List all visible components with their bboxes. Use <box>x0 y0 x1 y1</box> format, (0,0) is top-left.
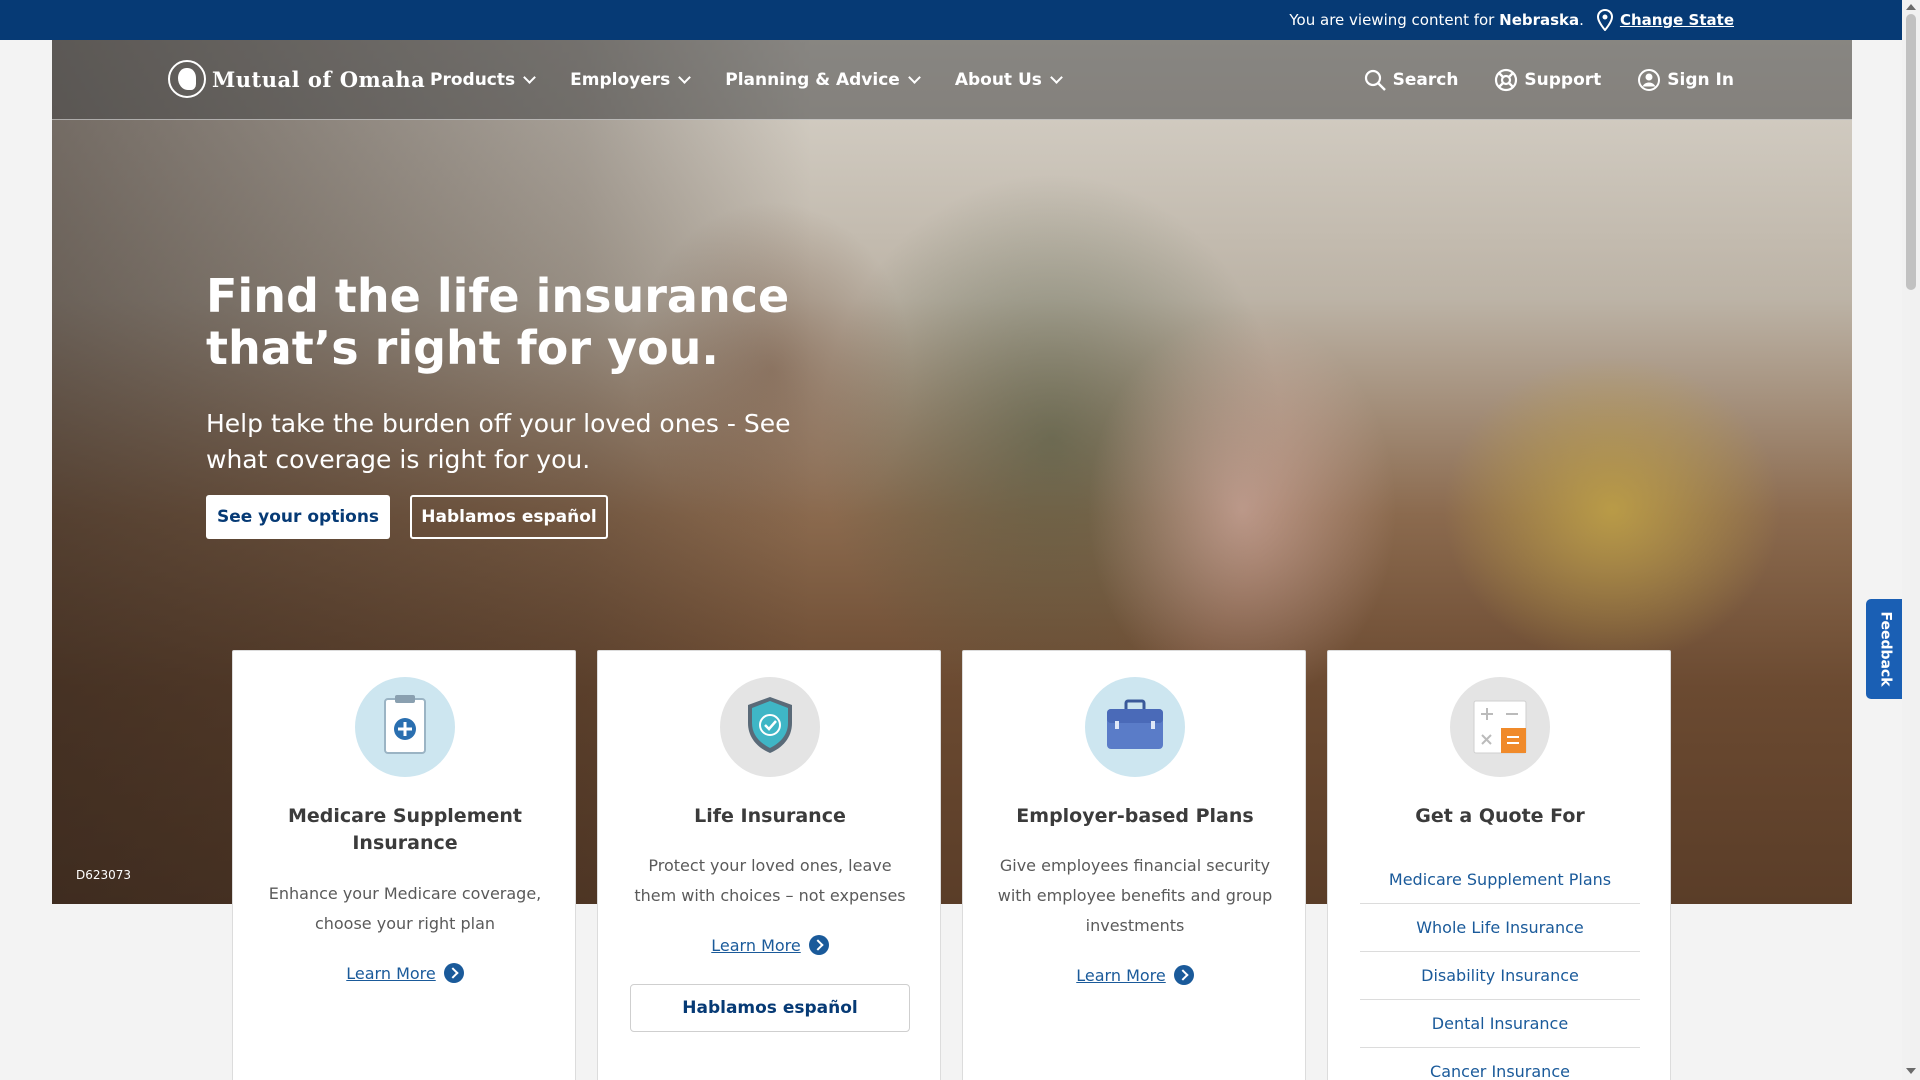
scroll-up-arrow-icon[interactable] <box>1906 4 1916 10</box>
card-title: Life Insurance <box>694 805 846 827</box>
card-title: Employer-based Plans <box>1016 805 1254 827</box>
learn-more-label: Learn More <box>1076 965 1166 985</box>
support-label: Support <box>1524 70 1602 90</box>
quote-link-cancer[interactable]: Cancer Insurance <box>1360 1048 1640 1080</box>
card-description: Enhance your Medicare coverage, choose y… <box>268 884 542 933</box>
lion-logo-icon <box>168 60 206 98</box>
quote-link-medicare-supplement[interactable]: Medicare Supplement Plans <box>1360 856 1640 904</box>
hero-title: Find the life insurance that’s right for… <box>206 269 790 375</box>
life-insurance-card: Life Insurance Protect your loved ones, … <box>597 650 941 1080</box>
menu-label: Employers <box>570 70 671 90</box>
chevron-down-icon <box>907 71 921 84</box>
mutual-of-omaha-logo[interactable]: Mutual of Omaha <box>168 60 425 98</box>
see-options-button[interactable]: See your options <box>206 495 390 539</box>
employer-learn-more-link[interactable]: Learn More <box>963 965 1307 985</box>
chevron-down-icon <box>678 71 692 84</box>
viewing-prefix: You are viewing content for <box>1289 11 1495 29</box>
card-description: Give employees financial security with e… <box>997 856 1273 935</box>
menu-products[interactable]: Products <box>430 70 536 90</box>
user-icon <box>1638 69 1661 91</box>
menu-label: Products <box>430 70 516 90</box>
card-title: Get a Quote For <box>1415 805 1585 827</box>
state-bar: You are viewing content for Nebraska. Ch… <box>0 0 1920 40</box>
medicare-card: Medicare Supplement Insurance Enhance yo… <box>232 650 576 1080</box>
feedback-label: Feedback <box>1878 611 1894 687</box>
hero-subtitle: Help take the burden off your loved ones… <box>206 409 791 474</box>
menu-planning-advice[interactable]: Planning & Advice <box>725 70 921 90</box>
learn-more-label: Learn More <box>346 963 436 983</box>
search-label: Search <box>1392 70 1459 90</box>
arrow-right-circle-icon <box>808 935 829 955</box>
shield-check-icon <box>720 677 820 777</box>
life-learn-more-link[interactable]: Learn More <box>598 935 942 955</box>
card-title: Medicare Supplement Insurance <box>288 805 522 854</box>
primary-menu: Products Employers Planning & Advice Abo… <box>430 40 1097 120</box>
support-button[interactable]: Support <box>1494 68 1601 92</box>
page-scrollbar[interactable] <box>1902 0 1920 1080</box>
quote-link-whole-life[interactable]: Whole Life Insurance <box>1360 904 1640 952</box>
card-description: Protect your loved ones, leave them with… <box>634 856 906 905</box>
search-icon <box>1364 69 1386 91</box>
employer-plans-card: Employer-based Plans Give employees fina… <box>962 650 1306 1080</box>
sign-in-button[interactable]: Sign In <box>1637 68 1734 92</box>
change-state-link[interactable]: Change State <box>1620 11 1734 29</box>
feedback-tab[interactable]: Feedback <box>1866 599 1906 699</box>
quote-link-disability[interactable]: Disability Insurance <box>1360 952 1640 1000</box>
menu-employers[interactable]: Employers <box>570 70 692 90</box>
calculator-icon <box>1450 677 1550 777</box>
menu-label: Planning & Advice <box>725 70 900 90</box>
clipboard-plus-icon <box>355 677 455 777</box>
scroll-down-arrow-icon[interactable] <box>1906 1068 1916 1074</box>
logo-text: Mutual of Omaha <box>212 66 426 92</box>
main-nav: Mutual of Omaha Products Employers Plann… <box>52 40 1852 120</box>
photo-id: D623073 <box>76 868 132 882</box>
chevron-down-icon <box>1050 71 1063 84</box>
arrow-right-circle-icon <box>1173 965 1194 985</box>
state-suffix: . <box>1579 11 1584 29</box>
current-state: Nebraska <box>1499 11 1580 29</box>
arrow-right-circle-icon <box>443 963 464 983</box>
menu-about-us[interactable]: About Us <box>954 70 1063 90</box>
briefcase-icon <box>1085 677 1185 777</box>
quote-links: Medicare Supplement Plans Whole Life Ins… <box>1360 856 1640 1080</box>
search-button[interactable]: Search <box>1363 68 1459 92</box>
chevron-down-icon <box>523 71 536 84</box>
quote-card: Get a Quote For Medicare Supplement Plan… <box>1327 650 1671 1080</box>
learn-more-label: Learn More <box>711 935 801 955</box>
hablamos-espanol-button[interactable]: Hablamos español <box>410 495 608 539</box>
scroll-thumb[interactable] <box>1906 14 1916 290</box>
lifebuoy-icon <box>1495 68 1518 92</box>
utility-nav: Search Support Sign In <box>1327 40 1734 120</box>
hablamos-espanol-card-button[interactable]: Hablamos español <box>630 984 910 1032</box>
medicare-learn-more-link[interactable]: Learn More <box>233 963 577 983</box>
menu-label: About Us <box>954 70 1042 90</box>
sign-in-label: Sign In <box>1667 70 1734 90</box>
state-info: You are viewing content for Nebraska. Ch… <box>1289 0 1734 40</box>
quote-link-dental[interactable]: Dental Insurance <box>1360 1000 1640 1048</box>
location-pin-icon <box>1596 9 1613 31</box>
